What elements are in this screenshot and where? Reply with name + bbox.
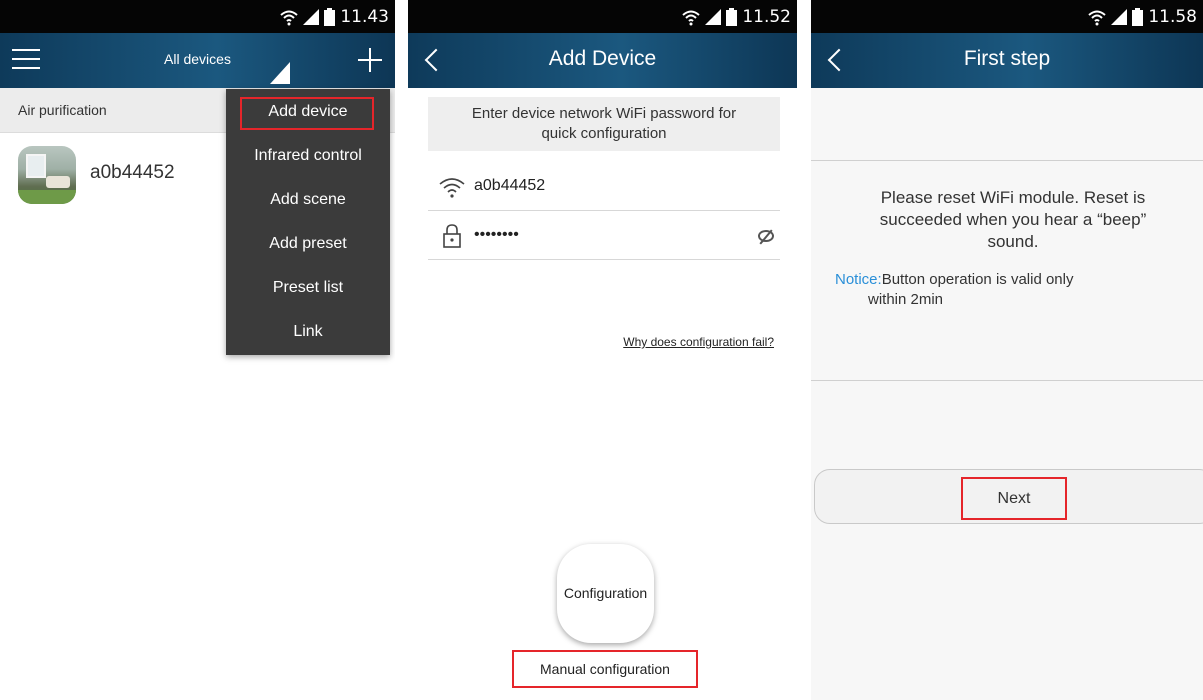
add-plus-icon[interactable] (351, 40, 387, 80)
signal-icon (1111, 9, 1128, 25)
battery-icon (726, 8, 738, 26)
reset-instructions: Please reset WiFi module. Reset is succe… (823, 187, 1203, 253)
screen-all-devices: 11.43 All devices Air purification a0b44… (0, 0, 395, 700)
reset-line: Please reset WiFi module. Reset is (880, 188, 1146, 207)
section-title: Air purification (18, 102, 107, 118)
menu-item-preset-list[interactable]: Preset list (226, 266, 390, 310)
password-value: •••••••• (474, 226, 519, 243)
menu-item-link[interactable]: Link (226, 310, 390, 354)
menu-item-infrared-control[interactable]: Infrared control (226, 134, 390, 178)
wifi-icon (280, 10, 298, 26)
manual-configuration-button[interactable]: Manual configuration (512, 650, 698, 688)
wifi-password-field[interactable]: •••••••• (428, 212, 780, 260)
page-title: First step (963, 47, 1051, 70)
wifi-icon (1088, 10, 1106, 26)
status-bar: 11.58 (811, 0, 1203, 33)
notice-text: Notice:Button operation is valid only wi… (835, 270, 1073, 310)
status-bar: 11.43 (0, 0, 395, 33)
status-time: 11.52 (742, 7, 791, 27)
reset-line: succeeded when you hear a “beep” (879, 210, 1147, 229)
battery-icon (1132, 8, 1144, 26)
app-bar: All devices (0, 33, 395, 88)
notice-line: within 2min (868, 291, 944, 308)
signal-icon (705, 9, 722, 25)
status-bar: 11.52 (408, 0, 797, 33)
divider (811, 160, 1203, 161)
instruction-line: Enter device network WiFi password for (471, 105, 737, 122)
app-bar: Add Device (408, 33, 797, 88)
page-title: Add Device (548, 47, 657, 70)
add-dropdown-menu: Add device Infrared control Add scene Ad… (226, 89, 390, 355)
next-button[interactable]: Next (961, 477, 1067, 520)
next-bar: Next (814, 469, 1203, 524)
menu-item-add-scene[interactable]: Add scene (226, 178, 390, 222)
lock-icon (443, 224, 461, 248)
instruction-box: Enter device network WiFi password for q… (428, 97, 780, 151)
signal-icon (303, 9, 320, 25)
reset-line: sound. (987, 232, 1039, 251)
screen-add-device: 11.52 Add Device Enter device network Wi… (408, 0, 797, 700)
wifi-icon (682, 10, 700, 26)
menu-item-add-device[interactable]: Add device (226, 90, 390, 134)
menu-item-add-preset[interactable]: Add preset (226, 222, 390, 266)
page-title: All devices (164, 51, 231, 67)
configuration-button[interactable]: Configuration (557, 544, 654, 643)
status-time: 11.58 (1148, 7, 1197, 27)
config-fail-link[interactable]: Why does configuration fail? (623, 335, 774, 349)
status-time: 11.43 (340, 7, 389, 27)
screen-first-step: 11.58 First step Please reset WiFi modul… (811, 0, 1203, 700)
battery-icon (324, 8, 336, 26)
instruction-line: quick configuration (541, 125, 667, 142)
dropdown-pointer (270, 62, 290, 84)
device-name: a0b44452 (90, 162, 175, 183)
wifi-ssid-field[interactable]: a0b44452 (428, 163, 780, 211)
notice-label: Notice: (835, 271, 882, 288)
eye-hidden-icon[interactable] (758, 230, 774, 242)
notice-line: Button operation is valid only (881, 271, 1074, 288)
wifi-ssid-value: a0b44452 (474, 177, 546, 194)
device-thumbnail (18, 146, 76, 204)
screenshot-collage: 11.43 All devices Air purification a0b44… (0, 0, 1203, 700)
app-bar: First step (811, 33, 1203, 88)
wifi-icon (439, 178, 465, 198)
divider (811, 380, 1203, 381)
